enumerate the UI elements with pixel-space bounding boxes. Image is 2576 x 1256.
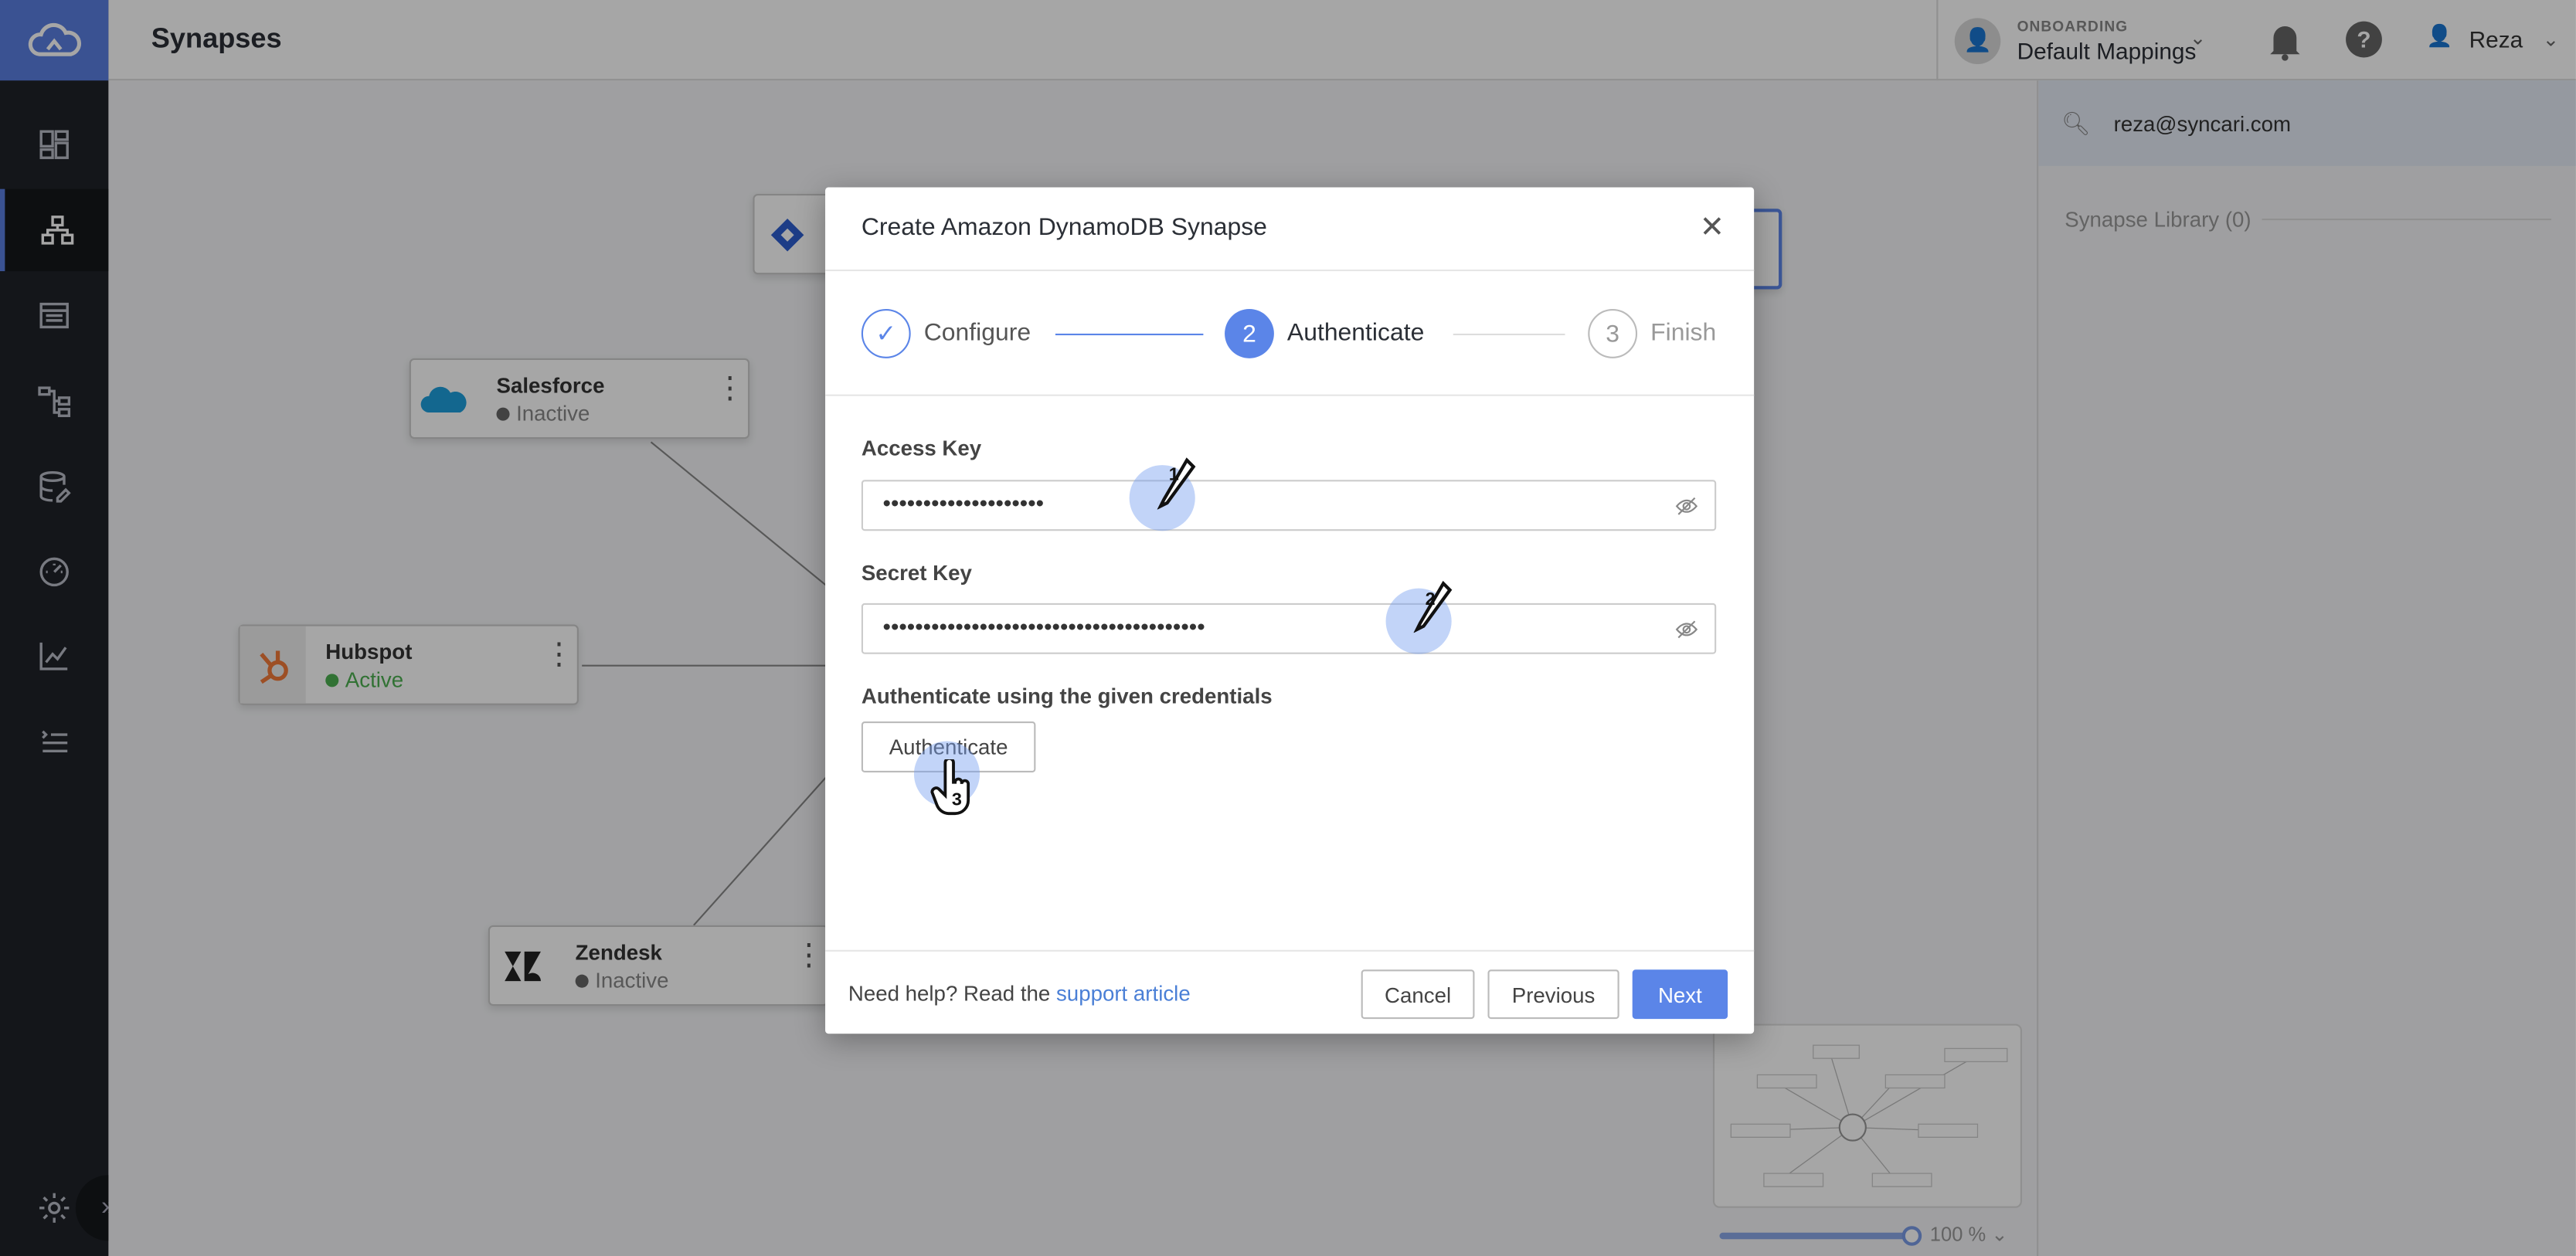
modal-footer: Need help? Read the support article Canc… (825, 949, 1755, 1034)
cancel-button[interactable]: Cancel (1361, 969, 1475, 1020)
modal-title: Create Amazon DynamoDB Synapse (861, 213, 1267, 242)
create-synapse-modal: Create Amazon DynamoDB Synapse ✕ ✓ Confi… (825, 187, 1755, 1034)
access-key-value: •••••••••••••••••••• (882, 490, 1045, 517)
step-configure: Configure (923, 318, 1031, 347)
stepper: ✓ Configure 2 Authenticate 3 Finish (825, 271, 1755, 396)
access-key-label: Access Key (861, 435, 982, 460)
next-button[interactable]: Next (1632, 969, 1728, 1020)
annotation-number: 3 (951, 790, 962, 810)
annotation-number: 2 (1425, 589, 1436, 610)
close-icon[interactable]: ✕ (1700, 210, 1725, 245)
step-connector (1453, 333, 1565, 336)
step-authenticate: Authenticate (1286, 318, 1425, 347)
step-finish: Finish (1650, 318, 1717, 347)
step-number: 3 (1588, 308, 1638, 358)
access-key-field[interactable]: •••••••••••••••••••• (861, 480, 1717, 531)
support-article-link[interactable]: support article (1056, 981, 1191, 1006)
eye-slash-icon[interactable] (1675, 494, 1698, 524)
auth-hint: Authenticate using the given credentials (861, 684, 1273, 708)
step-connector (1055, 333, 1204, 336)
annotation-number: 1 (1168, 465, 1179, 485)
previous-button[interactable]: Previous (1487, 969, 1619, 1020)
eye-slash-icon[interactable] (1675, 618, 1698, 647)
app-page: » Synapses 👤 ONBOARDING Default Mappings… (0, 0, 2576, 1256)
help-text: Need help? Read the support article (848, 981, 1191, 1006)
secret-key-field[interactable]: •••••••••••••••••••••••••••••••••••••••• (861, 603, 1717, 654)
step-number: 2 (1225, 308, 1274, 358)
secret-key-value: •••••••••••••••••••••••••••••••••••••••• (882, 613, 1205, 640)
secret-key-label: Secret Key (861, 560, 972, 586)
check-icon: ✓ (861, 308, 911, 358)
